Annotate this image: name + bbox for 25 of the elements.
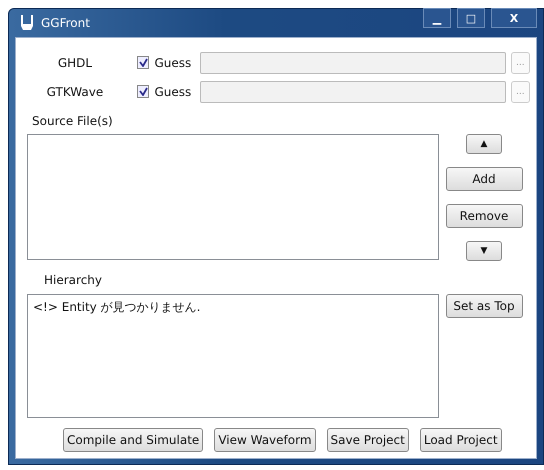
guess-checkbox[interactable] bbox=[136, 56, 150, 69]
guess-label: Guess bbox=[154, 56, 192, 70]
section-label: Hierarchy bbox=[43, 272, 102, 289]
hierarchy-message: <!> Entity が見つかりません. bbox=[33, 299, 202, 316]
hierarchy-list[interactable]: <!> Entity が見つかりません. bbox=[27, 294, 439, 418]
action-button[interactable]: Save Project bbox=[326, 428, 409, 452]
move-up-button[interactable]: ▲ bbox=[466, 134, 502, 154]
move-down-button[interactable]: ▼ bbox=[466, 241, 502, 261]
close-button[interactable]: X bbox=[491, 8, 537, 28]
minimize-button[interactable]: ▁ bbox=[423, 8, 451, 28]
window-title: GGFront bbox=[41, 16, 91, 30]
source-file-list[interactable] bbox=[27, 134, 439, 260]
guess-checkbox[interactable] bbox=[136, 85, 150, 98]
app-icon bbox=[19, 14, 35, 32]
set-as-top-button[interactable]: Set as Top bbox=[446, 294, 522, 318]
guess-label: Guess bbox=[154, 84, 192, 98]
tool-label: GHDL bbox=[56, 56, 94, 70]
action-button[interactable]: Compile and Simulate bbox=[63, 428, 204, 452]
section-label: Source File(s) bbox=[31, 113, 113, 130]
action-button[interactable]: View Waveform bbox=[214, 428, 316, 452]
action-button[interactable]: Load Project bbox=[420, 428, 502, 452]
remove-button[interactable]: Remove bbox=[446, 204, 522, 228]
add-button[interactable]: Add bbox=[446, 167, 522, 191]
tool-label: GTKWave bbox=[46, 84, 104, 98]
maximize-button[interactable]: □ bbox=[457, 8, 485, 28]
